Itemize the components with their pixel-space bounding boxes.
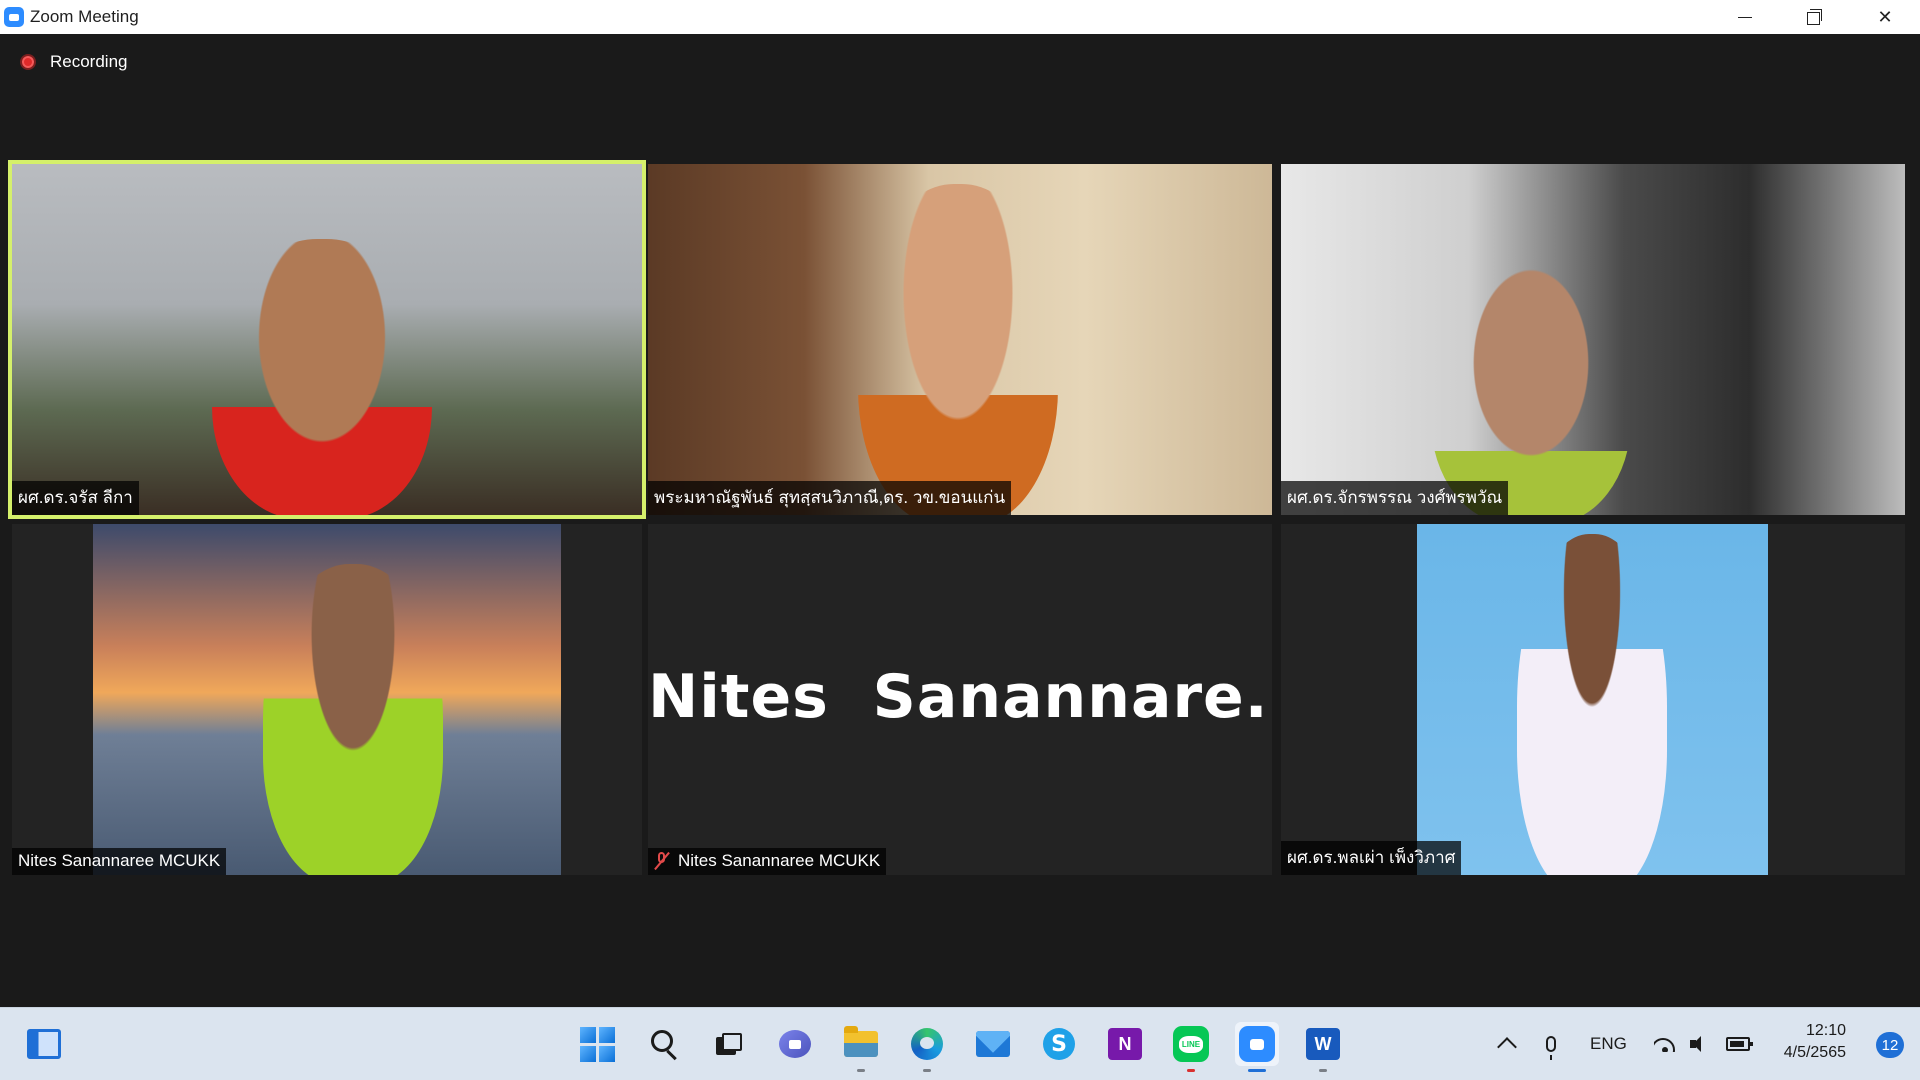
search-icon[interactable] — [642, 1022, 686, 1066]
language-indicator[interactable]: ENG — [1590, 1008, 1627, 1080]
video-tile-3[interactable]: ผศ.ดร.จักรพรรณ วงศ์พรพวัณ — [1281, 164, 1905, 515]
chevron-up-icon — [1497, 1037, 1517, 1057]
participant-name-tag: Nites Sanannaree MCUKK — [648, 848, 887, 875]
participant-name-tag: Nites Sanannaree MCUKK — [12, 848, 227, 875]
notification-badge[interactable]: 12 — [1876, 1032, 1904, 1058]
video-tile-4[interactable]: Nites Sanannaree MCUKK — [12, 524, 642, 875]
clock-date: 4/5/2565 — [1783, 1044, 1846, 1061]
chat-icon[interactable] — [773, 1022, 817, 1066]
recording-label: Recording — [50, 52, 128, 71]
show-hidden-icons-button[interactable] — [1497, 1008, 1517, 1080]
video-tile-2[interactable]: พระมหาณัฐพันธ์ สุทสฺสนวิภาณี,ดร. วข.ขอนแ… — [648, 164, 1272, 515]
microphone-icon[interactable] — [1546, 1008, 1556, 1080]
participant-name: ผศ.ดร.จักรพรรณ วงศ์พรพวัณ — [1287, 488, 1503, 507]
clock-time: 12:10 — [1805, 1022, 1846, 1039]
zoom-app-icon — [4, 7, 24, 27]
restore-button[interactable] — [1780, 0, 1850, 34]
participant-display-name: Nites Sanannare... — [648, 662, 1272, 732]
recording-dot-icon — [20, 54, 36, 70]
video-tile-5[interactable]: Nites Sanannare... Nites Sanannaree MCUK… — [648, 524, 1272, 875]
video-tile-6[interactable]: ผศ.ดร.พลเผ่า เพ็งวิภาศ — [1281, 524, 1905, 875]
recording-indicator[interactable]: Recording — [20, 52, 128, 72]
edge-icon[interactable] — [905, 1022, 949, 1066]
mail-icon[interactable] — [971, 1022, 1015, 1066]
participant-name-tag: พระมหาณัฐพันธ์ สุทสฺสนวิภาณี,ดร. วข.ขอนแ… — [648, 481, 1012, 515]
close-button[interactable] — [1850, 0, 1920, 34]
minimize-button[interactable] — [1710, 0, 1780, 34]
participant-name: Nites Sanannaree MCUKK — [18, 851, 221, 870]
participant-name: พระมหาณัฐพันธ์ สุทสฺสนวิภาณี,ดร. วข.ขอนแ… — [654, 488, 1006, 507]
participant-name: ผศ.ดร.จรัส ลีกา — [18, 488, 133, 507]
participant-video — [263, 564, 443, 875]
clock[interactable]: 12:10 4/5/2565 — [1784, 1020, 1846, 1064]
participant-name: Nites Sanannaree MCUKK — [678, 851, 881, 870]
virtual-background — [93, 524, 561, 875]
participant-name-tag: ผศ.ดร.จักรพรรณ วงศ์พรพวัณ — [1281, 481, 1509, 515]
photo-background — [1417, 524, 1768, 875]
participant-name-tag: ผศ.ดร.พลเผ่า เพ็งวิภาศ — [1281, 841, 1462, 875]
onenote-icon[interactable]: N — [1103, 1022, 1147, 1066]
line-icon[interactable] — [1169, 1022, 1213, 1066]
file-explorer-icon[interactable] — [839, 1022, 883, 1066]
word-icon[interactable]: W — [1301, 1022, 1345, 1066]
wifi-icon[interactable] — [1654, 1008, 1676, 1080]
participant-video — [212, 239, 432, 515]
start-icon[interactable] — [575, 1022, 619, 1066]
volume-icon[interactable] — [1690, 1008, 1712, 1080]
task-view-icon[interactable] — [707, 1022, 751, 1066]
title-bar: Zoom Meeting — [0, 0, 1920, 34]
participant-video — [1517, 534, 1667, 875]
window-title: Zoom Meeting — [30, 7, 139, 26]
participant-video — [858, 184, 1058, 515]
taskbar: S N W ENG 12:10 4/5/2565 12 — [0, 1007, 1920, 1080]
widgets-icon[interactable] — [22, 1022, 66, 1066]
window-controls — [1710, 0, 1920, 34]
battery-icon[interactable] — [1726, 1008, 1753, 1080]
video-tile-1[interactable]: ผศ.ดร.จรัส ลีกา — [8, 160, 646, 519]
mic-muted-icon — [654, 852, 670, 870]
participant-name: ผศ.ดร.พลเผ่า เพ็งวิภาศ — [1287, 848, 1456, 867]
zoom-icon[interactable] — [1235, 1022, 1279, 1066]
participant-name-tag: ผศ.ดร.จรัส ลีกา — [12, 481, 139, 515]
skype-icon[interactable]: S — [1037, 1022, 1081, 1066]
participant-video — [1431, 264, 1631, 515]
